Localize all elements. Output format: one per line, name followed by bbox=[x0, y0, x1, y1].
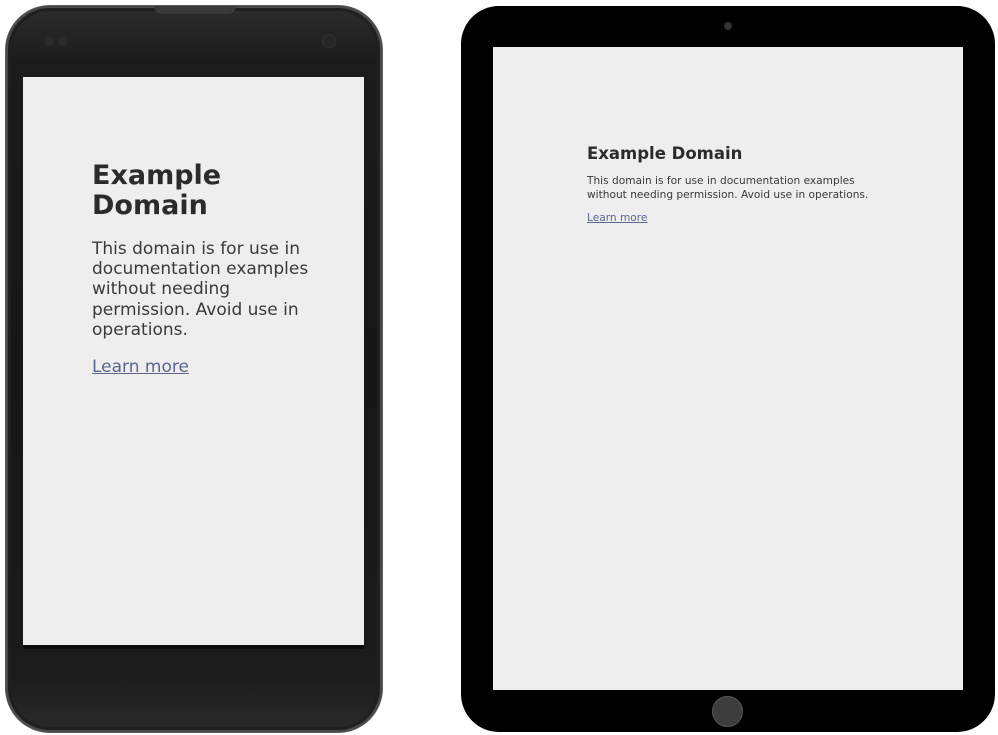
tablet-camera-icon bbox=[724, 22, 732, 30]
tablet-screen: Example Domain This domain is for use in… bbox=[493, 47, 963, 690]
home-button-icon[interactable] bbox=[712, 696, 743, 727]
phone-screen: Example Domain This domain is for use in… bbox=[23, 77, 364, 645]
tablet-device-frame: Example Domain This domain is for use in… bbox=[461, 6, 995, 732]
device-preview-stage: Example Domain This domain is for use in… bbox=[0, 0, 998, 735]
phone-sensor-icon bbox=[44, 36, 54, 46]
phone-sensor-icon bbox=[58, 36, 68, 46]
page-description: This domain is for use in documentation … bbox=[92, 239, 309, 340]
page-description: This domain is for use in documentation … bbox=[587, 175, 869, 201]
phone-camera-icon bbox=[322, 34, 336, 48]
tablet-page-content: Example Domain This domain is for use in… bbox=[587, 144, 877, 225]
page-title: Example Domain bbox=[92, 160, 222, 221]
phone-speaker-icon bbox=[154, 6, 236, 14]
phone-bezel-divider bbox=[23, 645, 364, 649]
phone-page-content: Example Domain This domain is for use in… bbox=[92, 160, 322, 378]
phone-device-frame: Example Domain This domain is for use in… bbox=[6, 6, 382, 732]
page-title: Example Domain bbox=[587, 144, 743, 163]
learn-more-link[interactable]: Learn more bbox=[92, 357, 189, 377]
learn-more-link[interactable]: Learn more bbox=[587, 212, 647, 225]
